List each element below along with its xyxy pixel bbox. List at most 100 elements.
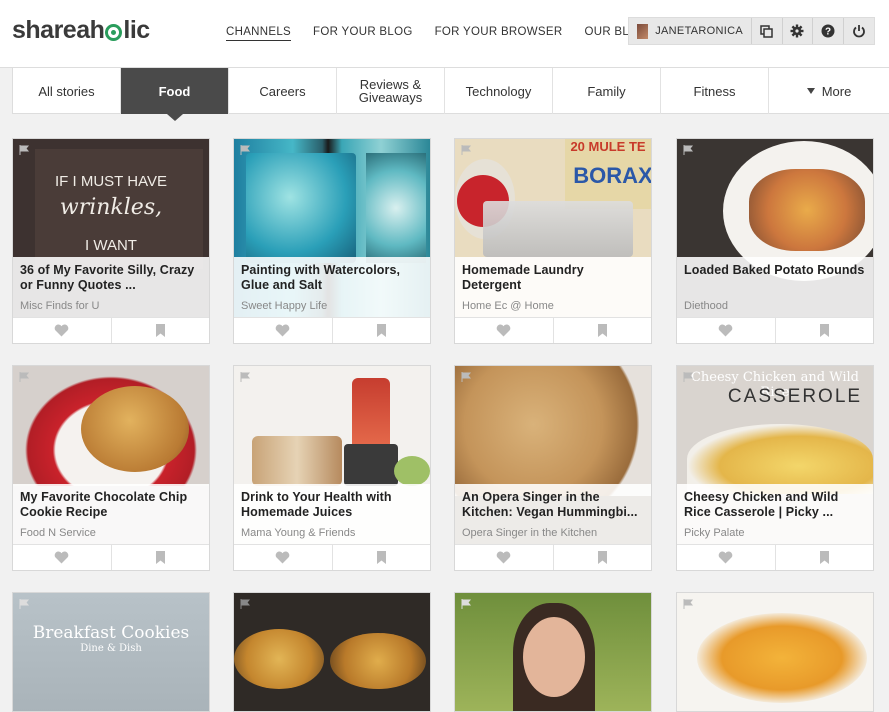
image-text: wrinkles, <box>59 195 163 220</box>
story-title[interactable]: Painting with Watercolors, Glue and Salt <box>241 263 423 293</box>
like-button[interactable] <box>455 545 554 570</box>
heart-icon <box>718 324 733 337</box>
bookmark-icon <box>155 551 165 564</box>
tab-technology[interactable]: Technology <box>444 68 552 114</box>
tab-food[interactable]: Food <box>120 68 228 121</box>
image-text: BORAX <box>573 163 651 188</box>
card-actions <box>455 544 651 570</box>
tab-family[interactable]: Family <box>552 68 660 114</box>
nav-for-your-blog[interactable]: FOR YOUR BLOG <box>313 26 413 41</box>
story-card[interactable]: Breakfast Cookies Dine & Dish <box>12 592 210 712</box>
bookmark-button[interactable] <box>333 318 431 343</box>
story-source[interactable]: Diethood <box>684 300 728 312</box>
user-toolbar: JANETARONICA ? <box>628 17 875 45</box>
card-caption: 36 of My Favorite Silly, Crazy or Funny … <box>13 257 209 317</box>
heart-icon <box>54 551 69 564</box>
bookmark-button[interactable] <box>776 318 874 343</box>
card-caption: Drink to Your Health with Homemade Juice… <box>234 484 430 544</box>
shareaholic-logo[interactable]: shareah lic <box>12 16 150 45</box>
nav-for-your-browser[interactable]: FOR YOUR BROWSER <box>435 26 563 41</box>
story-source[interactable]: Sweet Happy Life <box>241 300 327 312</box>
like-button[interactable] <box>13 545 112 570</box>
bookmark-icon <box>155 324 165 337</box>
like-button[interactable] <box>234 545 333 570</box>
flag-icon[interactable] <box>461 372 473 382</box>
bookmark-button[interactable] <box>112 318 210 343</box>
bookmark-button[interactable] <box>554 545 652 570</box>
flag-icon[interactable] <box>683 372 695 382</box>
flag-icon[interactable] <box>461 599 473 609</box>
flag-icon[interactable] <box>240 372 252 382</box>
flag-icon[interactable] <box>683 599 695 609</box>
nav-channels[interactable]: CHANNELS <box>226 26 292 41</box>
tab-all-stories[interactable]: All stories <box>12 68 120 114</box>
like-button[interactable] <box>234 318 333 343</box>
logo-text-start: shareah <box>12 16 105 44</box>
story-card[interactable] <box>233 592 431 712</box>
tab-careers[interactable]: Careers <box>228 68 336 114</box>
user-menu[interactable]: JANETARONICA <box>629 18 752 44</box>
image-text: IF I MUST HAVE <box>55 173 167 190</box>
story-card[interactable] <box>676 592 874 712</box>
flag-icon[interactable] <box>19 145 31 155</box>
story-source[interactable]: Food N Service <box>20 527 96 539</box>
category-tabs: All stories Food Careers Reviews & Givea… <box>12 68 889 121</box>
story-title[interactable]: Loaded Baked Potato Rounds <box>684 263 866 278</box>
help-button[interactable]: ? <box>813 18 844 44</box>
logout-button[interactable] <box>844 18 874 44</box>
bookmark-icon <box>376 324 386 337</box>
story-source[interactable]: Misc Finds for U <box>20 300 99 312</box>
story-source[interactable]: Mama Young & Friends <box>241 527 355 539</box>
story-card[interactable]: Drink to Your Health with Homemade Juice… <box>233 365 431 571</box>
story-card[interactable]: IF I MUST HAVE wrinkles, I WANT 36 of My… <box>12 138 210 344</box>
flag-icon[interactable] <box>240 599 252 609</box>
story-source[interactable]: Opera Singer in the Kitchen <box>462 527 597 539</box>
tab-fitness[interactable]: Fitness <box>660 68 768 114</box>
story-card[interactable]: An Opera Singer in the Kitchen: Vegan Hu… <box>454 365 652 571</box>
story-source[interactable]: Picky Palate <box>684 527 745 539</box>
story-card[interactable] <box>454 592 652 712</box>
bookmark-button[interactable] <box>776 545 874 570</box>
bookmark-button[interactable] <box>554 318 652 343</box>
story-card[interactable]: My Favorite Chocolate Chip Cookie Recipe… <box>12 365 210 571</box>
bookmark-button[interactable] <box>112 545 210 570</box>
story-card[interactable]: 20 MULE TE BORAX Homemade Laundry Deterg… <box>454 138 652 344</box>
story-title[interactable]: Cheesy Chicken and Wild Rice Casserole |… <box>684 490 866 520</box>
heart-icon <box>496 551 511 564</box>
story-card[interactable]: Painting with Watercolors, Glue and Salt… <box>233 138 431 344</box>
site-header: shareah lic CHANNELS FOR YOUR BLOG FOR YO… <box>0 0 889 68</box>
story-title[interactable]: 36 of My Favorite Silly, Crazy or Funny … <box>20 263 202 293</box>
flag-icon[interactable] <box>461 145 473 155</box>
like-button[interactable] <box>677 318 776 343</box>
image-text: I WANT <box>85 237 137 254</box>
bookmark-icon <box>597 324 607 337</box>
like-button[interactable] <box>677 545 776 570</box>
card-actions <box>455 317 651 343</box>
flag-icon[interactable] <box>683 145 695 155</box>
like-button[interactable] <box>455 318 554 343</box>
flag-icon[interactable] <box>19 599 31 609</box>
settings-button[interactable] <box>783 18 813 44</box>
card-caption: Painting with Watercolors, Glue and Salt… <box>234 257 430 317</box>
story-title[interactable]: Homemade Laundry Detergent <box>462 263 644 293</box>
flag-icon[interactable] <box>240 145 252 155</box>
top-navigation: CHANNELS FOR YOUR BLOG FOR YOUR BROWSER … <box>226 26 670 41</box>
card-actions <box>13 317 209 343</box>
story-title[interactable]: An Opera Singer in the Kitchen: Vegan Hu… <box>462 490 644 520</box>
card-actions <box>234 317 430 343</box>
question-icon: ? <box>821 24 835 38</box>
copy-button[interactable] <box>752 18 783 44</box>
story-source[interactable]: Home Ec @ Home <box>462 300 554 312</box>
like-button[interactable] <box>13 318 112 343</box>
flag-icon[interactable] <box>19 372 31 382</box>
dropdown-arrow-icon <box>806 88 815 94</box>
tab-reviews-giveaways[interactable]: Reviews & Giveaways <box>336 68 444 114</box>
story-card[interactable]: Loaded Baked Potato Rounds Diethood <box>676 138 874 344</box>
story-title[interactable]: My Favorite Chocolate Chip Cookie Recipe <box>20 490 202 520</box>
story-card[interactable]: Cheesy Chicken and Wild Rice CASSEROLE C… <box>676 365 874 571</box>
story-title[interactable]: Drink to Your Health with Homemade Juice… <box>241 490 423 520</box>
card-actions <box>677 317 873 343</box>
bookmark-button[interactable] <box>333 545 431 570</box>
tab-more[interactable]: More <box>768 68 889 114</box>
card-caption: My Favorite Chocolate Chip Cookie Recipe… <box>13 484 209 544</box>
